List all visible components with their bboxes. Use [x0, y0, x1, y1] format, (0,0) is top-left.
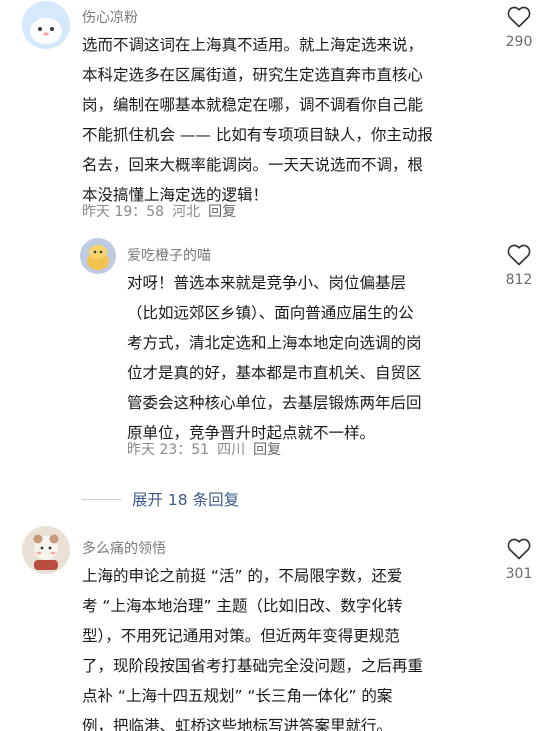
comment-meta: 昨天 19：58 河北 回复 [82, 203, 244, 221]
comment-meta: 昨天 23：51 四川 回复 [127, 441, 289, 459]
expand-divider [82, 498, 122, 500]
comment-2: 爱吃橙子的喵 对呀！普选本来就是竞争小、岗位偏基层 （比如远郊区乡镇）、面向普通… [0, 230, 554, 480]
avatar[interactable] [80, 238, 116, 274]
expand-replies-button[interactable]: 展开 18 条回复 [82, 487, 239, 511]
comment-1: 伤心凉粉 选而不调这词在上海真不适用。就上海定选来说， 本科定选多在区属街道，研… [0, 0, 554, 230]
location: 四川 [217, 442, 246, 458]
avatar[interactable] [22, 1, 70, 49]
username[interactable]: 多么痛的领悟 [82, 540, 166, 558]
username[interactable]: 伤心凉粉 [82, 9, 138, 27]
expand-replies-label[interactable]: 展开 18 条回复 [132, 488, 239, 510]
comment-text: 对呀！普选本来就是竞争小、岗位偏基层 （比如远郊区乡镇）、面向普通应届生的公 考… [127, 274, 422, 442]
timestamp: 昨天 23：51 [127, 442, 210, 458]
location: 河北 [172, 204, 201, 220]
like-count: 301 [505, 566, 533, 582]
like-button[interactable]: 301 [497, 538, 541, 582]
avatar-image [22, 526, 70, 574]
comment-text: 选而不调这词在上海真不适用。就上海定选来说， 本科定选多在区属街道，研究生定选直… [82, 36, 433, 204]
like-button[interactable]: 812 [497, 244, 541, 288]
avatar-image [22, 1, 70, 49]
heart-outline-icon [507, 6, 531, 28]
reply-button[interactable]: 回复 [208, 204, 236, 220]
avatar[interactable] [22, 526, 70, 574]
avatar-image [80, 238, 116, 274]
reply-button[interactable]: 回复 [253, 442, 281, 458]
like-count: 290 [505, 34, 533, 50]
comment-3: 多么痛的领悟 上海的申论之前挺 “活” 的，不局限字数，还爱 考 “上海本地治理… [0, 520, 554, 731]
comment-text: 上海的申论之前挺 “活” 的，不局限字数，还爱 考 “上海本地治理” 主题（比如… [82, 567, 424, 731]
heart-outline-icon [507, 538, 531, 560]
heart-outline-icon [507, 244, 531, 266]
like-button[interactable]: 290 [497, 6, 541, 50]
like-count: 812 [505, 272, 533, 288]
timestamp: 昨天 19：58 [82, 204, 165, 220]
username[interactable]: 爱吃橙子的喵 [127, 247, 211, 265]
